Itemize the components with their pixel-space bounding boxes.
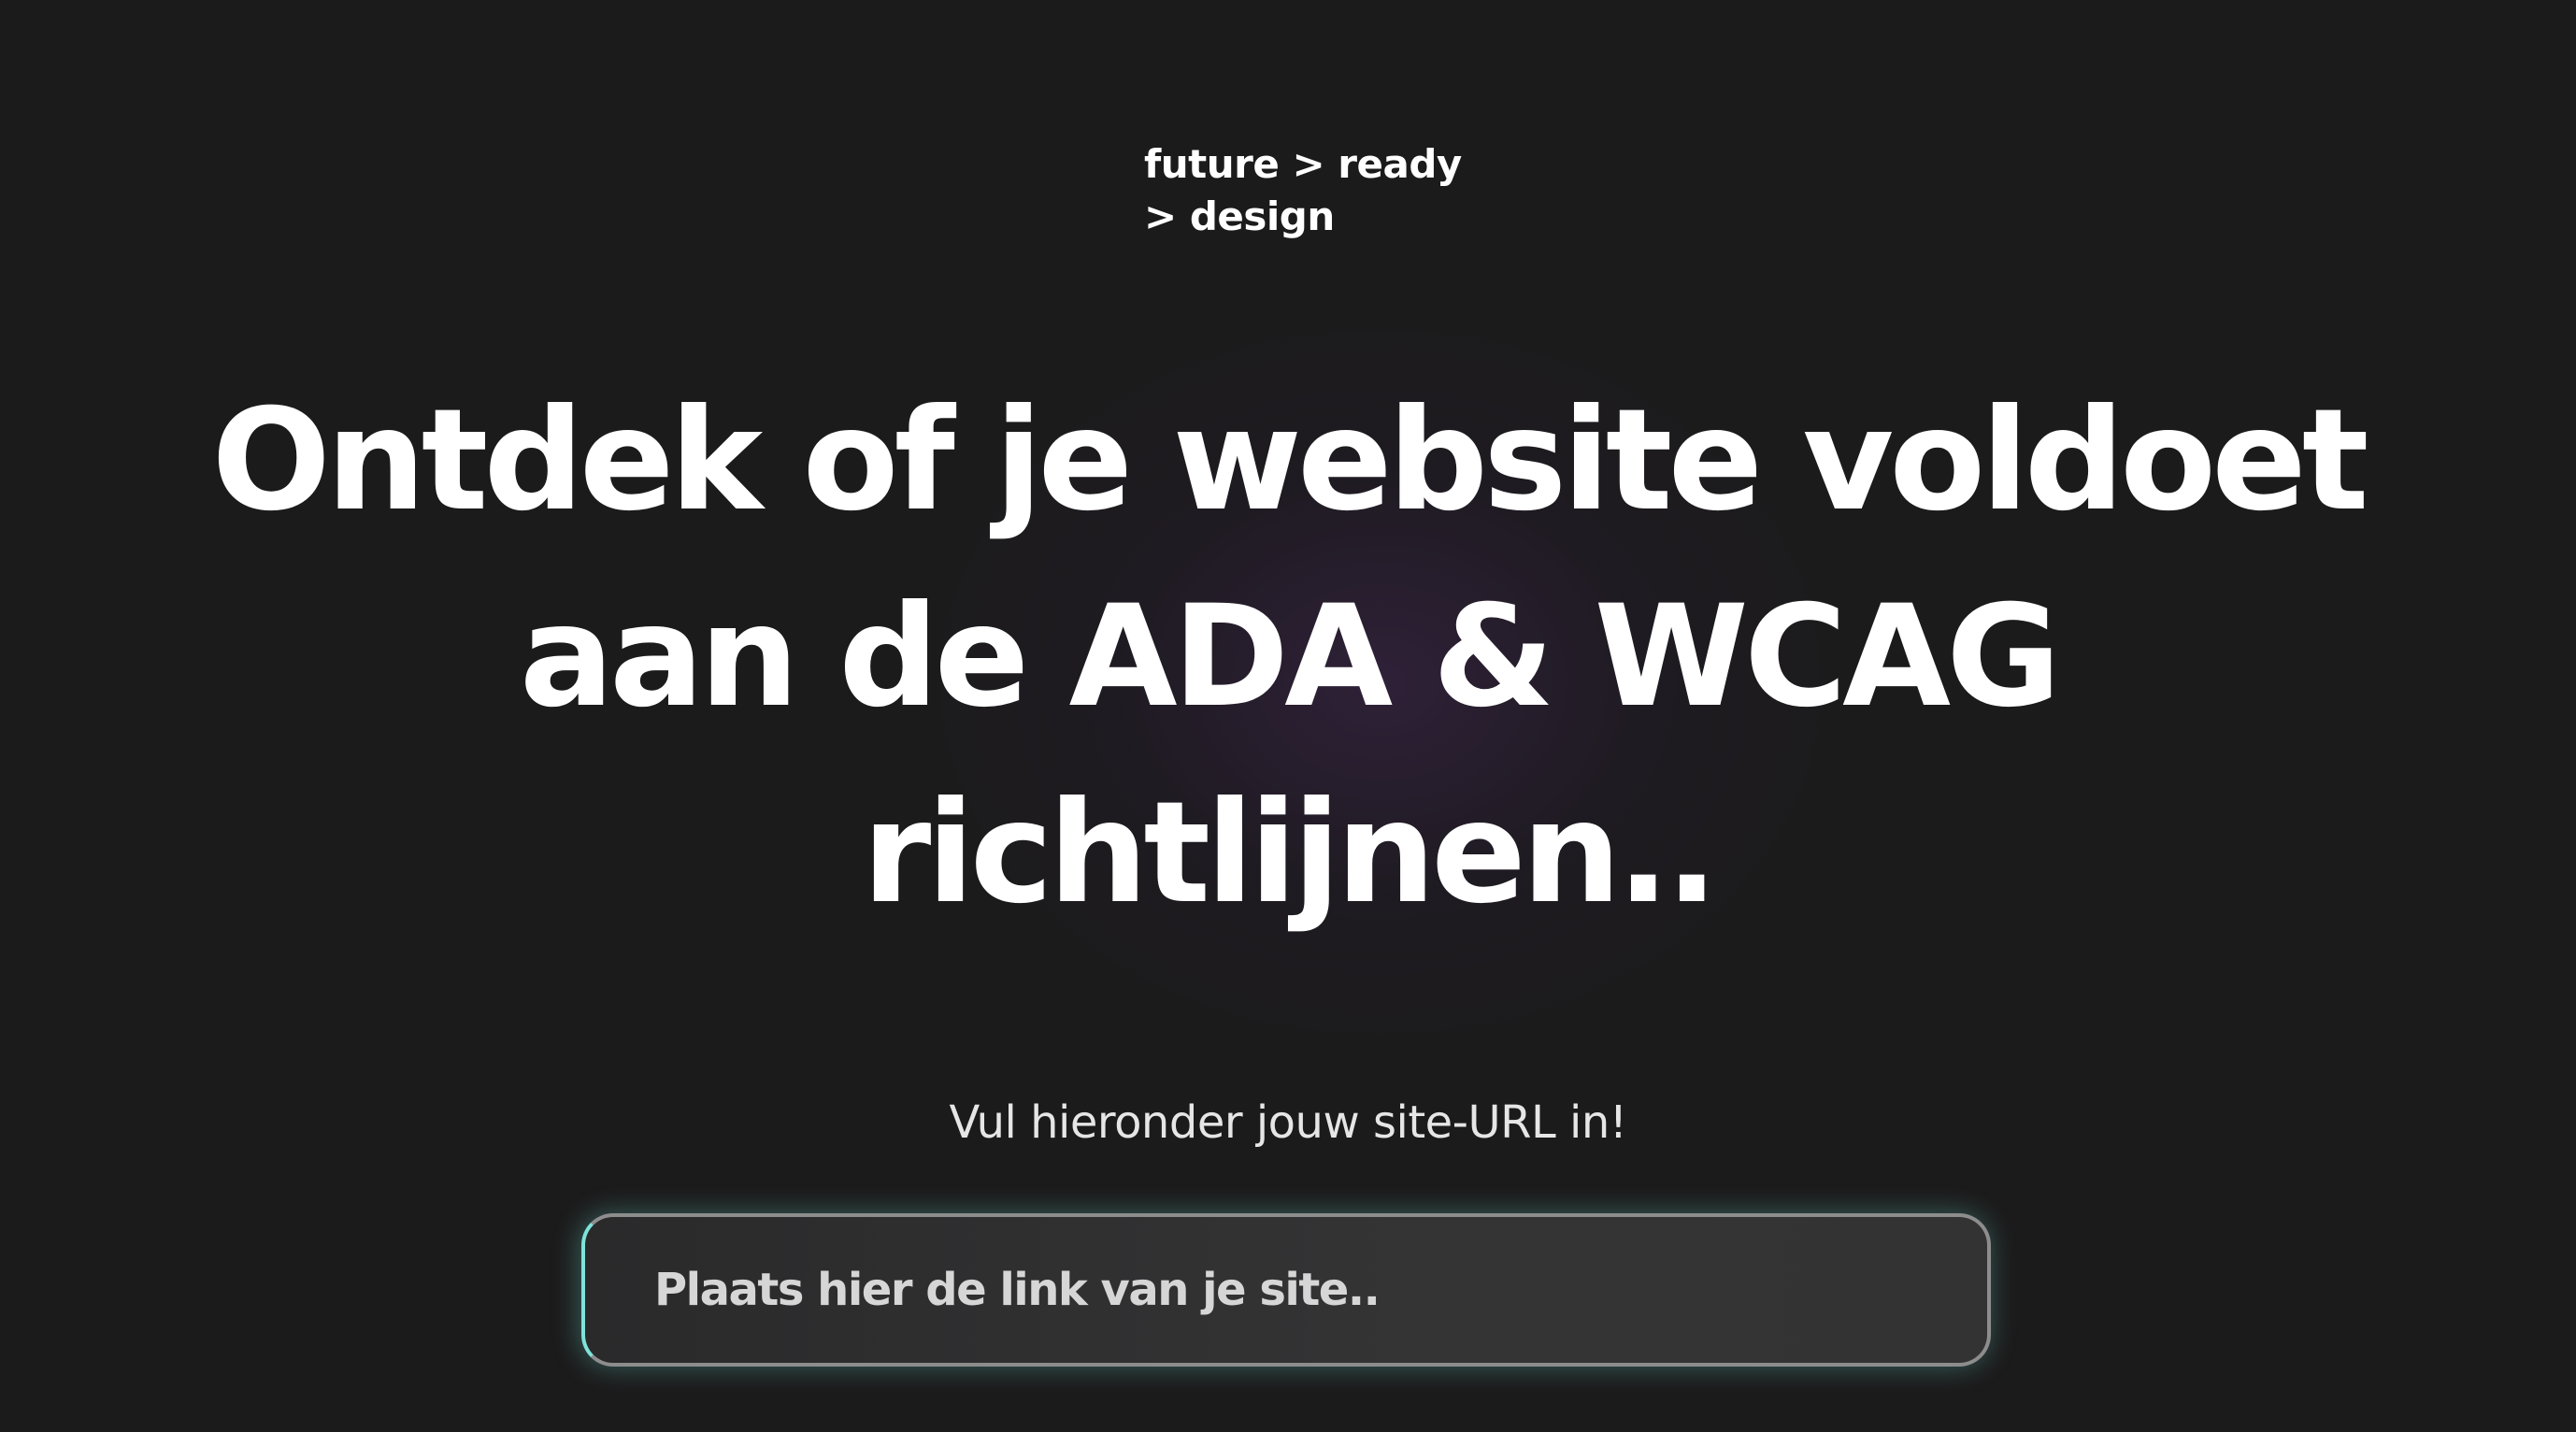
logo-line-2: > design bbox=[1144, 193, 1335, 239]
hero-headline: Ontdek of je website voldoet aan de ADA … bbox=[120, 363, 2456, 952]
url-input[interactable] bbox=[585, 1217, 1987, 1363]
headline-line-3: richtlijnen.. bbox=[862, 772, 1718, 935]
headline-line-1: Ontdek of je website voldoet bbox=[211, 379, 2368, 542]
logo-line-1: future > ready bbox=[1144, 141, 1462, 187]
url-input-container bbox=[581, 1213, 1991, 1367]
url-instruction: Vul hieronder jouw site-URL in! bbox=[949, 1096, 1627, 1149]
brand-logo[interactable]: future > ready > design bbox=[1144, 138, 1481, 243]
headline-line-2: aan de ADA & WCAG bbox=[519, 576, 2061, 738]
